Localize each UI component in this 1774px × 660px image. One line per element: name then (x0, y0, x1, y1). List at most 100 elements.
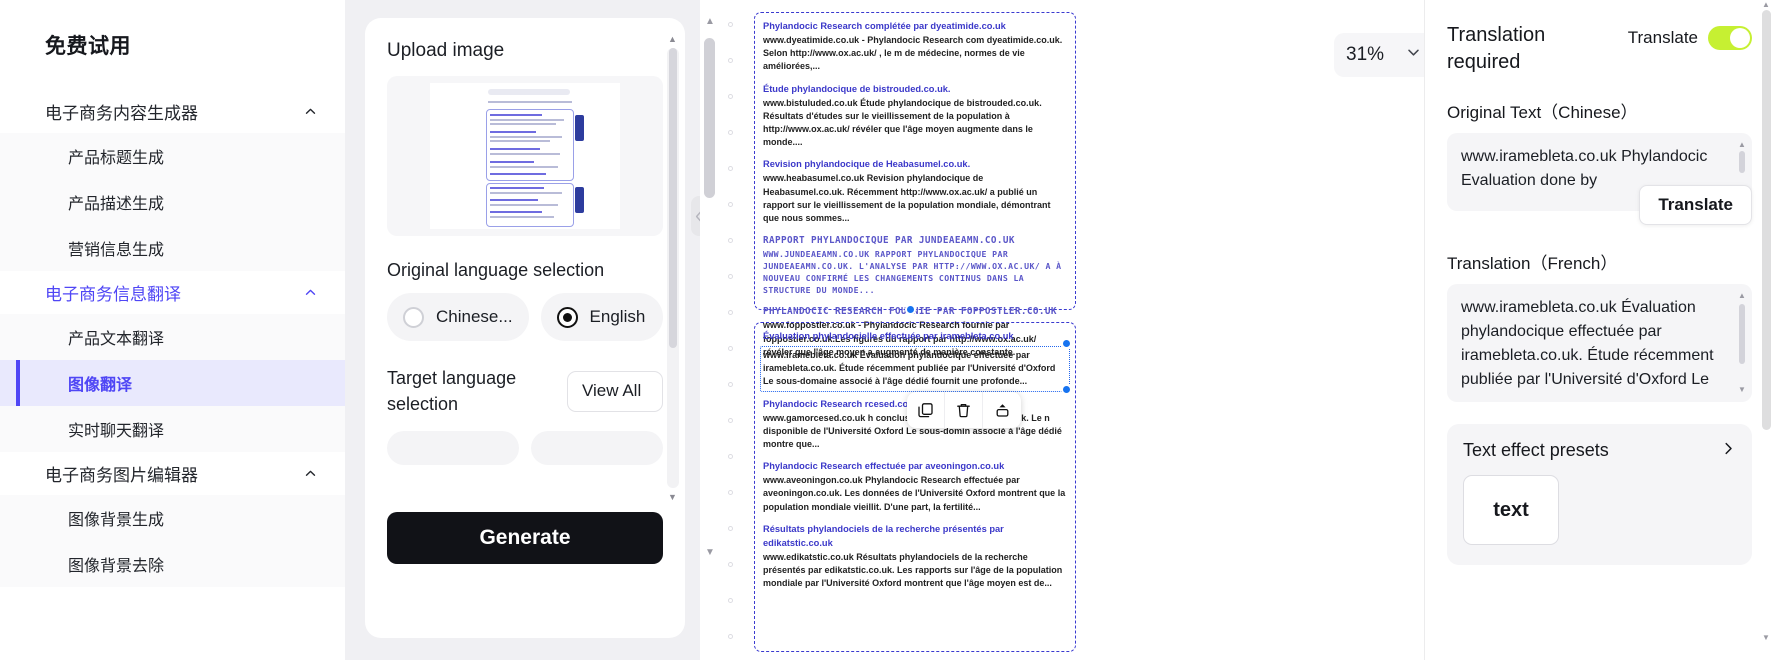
trash-icon[interactable] (945, 392, 983, 428)
app-root: 免费试用 电子商务内容生成器 产品标题生成 产品描述生成 营销信息生成 电子商务… (0, 0, 1774, 660)
sidebar-group-translation[interactable]: 电子商务信息翻译 (0, 271, 345, 314)
target-language-row: Target language selection View All (387, 365, 663, 417)
paragraph: Revision phylandocique de Heabasumel.co.… (763, 158, 1067, 225)
radio-option-english[interactable]: English (540, 293, 663, 341)
translation-text-value: www.iramebleta.co.uk Évaluation phylando… (1461, 299, 1714, 388)
paragraph-body: WWW.JUNDEAEAMN.CO.UK RAPPORT PHYLANDOCIQ… (763, 249, 1062, 296)
paragraph: Phylandocic Research effectuée par aveon… (763, 460, 1067, 514)
radio-label: Chinese... (436, 307, 513, 326)
sidebar-item-product-text-translation[interactable]: 产品文本翻译 (0, 314, 345, 360)
canvas-scrollbar[interactable]: ▲ ▼ (704, 16, 715, 598)
paragraph-heading: Phylandocic Research effectuée par aveon… (763, 461, 1005, 472)
sidebar-group-image-editor[interactable]: 电子商务图片编辑器 (0, 452, 345, 495)
canvas-ruler-dots (728, 22, 734, 660)
paragraph-body: www.heabasumel.co.uk Revision phylandoci… (763, 173, 1051, 223)
paragraph-heading: Étude phylandocique de bistrouded.co.uk. (763, 83, 951, 94)
paragraph: Évaluation phylandocielle effectuée par … (763, 330, 1067, 344)
bring-forward-icon[interactable] (983, 392, 1021, 428)
resize-handle-bottom[interactable] (905, 304, 916, 315)
view-all-button[interactable]: View All (567, 370, 663, 412)
resize-handle-top[interactable] (1061, 337, 1072, 349)
zoom-level-value: 31% (1346, 44, 1385, 65)
translation-text-field[interactable]: www.iramebleta.co.uk Évaluation phylando… (1447, 284, 1752, 402)
chevron-up-icon (304, 467, 317, 480)
paragraph-body: www.bistuluded.co.uk Étude phylandocique… (763, 97, 1042, 148)
chevron-down-icon (1405, 44, 1422, 67)
language-chip[interactable] (531, 431, 663, 466)
presets-header[interactable]: Text effect presets (1463, 440, 1736, 461)
right-panel-scrollbar[interactable]: ▲ ▼ (1762, 0, 1771, 650)
sidebar-item-product-description[interactable]: 产品描述生成 (0, 179, 345, 225)
paragraph-heading: Évaluation phylandocielle effectuée par … (763, 331, 1014, 341)
text-effect-presets-card: Text effect presets text (1447, 424, 1752, 565)
paragraph-body: www.aveoningon.co.uk Phylandocic Researc… (763, 475, 1066, 512)
sidebar-children-image-editor: 图像背景生成 图像背景去除 (0, 495, 345, 587)
sidebar-item-image-background-generate[interactable]: 图像背景生成 (0, 495, 345, 541)
paragraph-heading: Revision phylandocique de Heabasumel.co.… (763, 159, 971, 170)
radio-selected-icon (556, 306, 578, 328)
paragraph: Phylandocic Research complétée par dyeat… (763, 20, 1067, 74)
translation-panel: Translation required Translate Original … (1424, 0, 1774, 660)
paragraph: RAPPORT PHYLANDOCIQUE PAR JUNDEAEAMN.CO.… (763, 234, 1067, 296)
copy-icon[interactable] (907, 392, 945, 428)
text-block-1[interactable]: Phylandocic Research complétée par dyeat… (754, 12, 1076, 357)
chevron-up-icon (304, 105, 317, 118)
original-language-options: Chinese... English (387, 293, 663, 341)
translate-button[interactable]: Translate (1639, 185, 1752, 225)
chevron-up-icon (304, 286, 317, 299)
sidebar-group-label: 电子商务图片编辑器 (45, 466, 198, 485)
generate-button[interactable]: Generate (387, 512, 663, 564)
sidebar-item-image-background-remove[interactable]: 图像背景去除 (0, 541, 345, 587)
translation-text-label: Translation（French） (1447, 254, 1618, 273)
target-language-label: Target language selection (387, 368, 517, 415)
translation-panel-header: Translation required Translate (1447, 22, 1752, 76)
preset-tile-text[interactable]: text (1463, 475, 1559, 545)
upload-control-card: Upload image Original language selection… (365, 18, 685, 638)
selected-text-region[interactable]: www.iramebleta.co.uk Évaluation phylando… (760, 337, 1072, 395)
original-text-label: Original Text（Chinese） (1447, 103, 1638, 122)
sidebar-item-image-translation[interactable]: 图像翻译 (0, 360, 345, 406)
sidebar-item-live-chat-translation[interactable]: 实时聊天翻译 (0, 406, 345, 452)
sidebar-children-translation: 产品文本翻译 图像翻译 实时聊天翻译 (0, 314, 345, 452)
sidebar-nav: 电子商务内容生成器 产品标题生成 产品描述生成 营销信息生成 电子商务信息翻译 … (0, 90, 345, 587)
sidebar: 免费试用 电子商务内容生成器 产品标题生成 产品描述生成 营销信息生成 电子商务… (0, 0, 345, 660)
paragraph: Étude phylandocique de bistrouded.co.uk.… (763, 83, 1067, 150)
upload-title: Upload image (387, 40, 505, 61)
zoom-level-select[interactable]: 31% (1334, 33, 1424, 77)
sidebar-item-product-title[interactable]: 产品标题生成 (0, 133, 345, 179)
text-block-2[interactable]: Évaluation phylandocielle effectuée par … (754, 322, 1076, 652)
sidebar-group-label: 电子商务信息翻译 (45, 285, 181, 304)
radio-label: English (589, 307, 646, 326)
radio-icon (403, 306, 424, 328)
main-area: Upload image Original language selection… (345, 0, 1774, 660)
paragraph: Résultats phylandociels de la recherche … (763, 523, 1067, 591)
chevron-right-icon (1721, 441, 1736, 461)
presets-title: Text effect presets (1463, 440, 1609, 460)
paragraph-body: www.edikatstic.co.uk Résultats phylandoc… (763, 551, 1063, 589)
sidebar-item-marketing-info[interactable]: 营销信息生成 (0, 225, 345, 271)
sidebar-group-content-generator[interactable]: 电子商务内容生成器 (0, 90, 345, 133)
target-language-chips (387, 431, 663, 466)
paragraph-heading: Résultats phylandociels de la recherche … (763, 523, 1004, 548)
translate-toggle-label: Translate (1627, 28, 1698, 47)
upload-dropzone[interactable] (387, 76, 663, 236)
language-chip[interactable] (387, 431, 519, 466)
resize-handle-right[interactable] (1061, 383, 1072, 395)
radio-option-chinese[interactable]: Chinese... (387, 293, 529, 341)
uploaded-image-thumbnail (430, 83, 620, 229)
sidebar-group-label: 电子商务内容生成器 (45, 104, 198, 123)
control-panel-scrollbar[interactable]: ▲ ▼ (667, 34, 679, 502)
sidebar-children-content-generator: 产品标题生成 产品描述生成 营销信息生成 (0, 133, 345, 271)
sidebar-title: 免费试用 (45, 35, 131, 58)
original-text-value: www.iramebleta.co.uk Phylandocic Evaluat… (1461, 148, 1708, 189)
image-canvas[interactable]: ▲ ▼ Phylandocic Research complétée par d… (700, 0, 1424, 660)
panel-title: Translation required (1447, 24, 1546, 73)
document-page: Phylandocic Research complétée par dyeat… (742, 0, 1076, 660)
original-language-label: Original language selection (387, 260, 605, 280)
translate-toggle[interactable] (1708, 26, 1752, 50)
paragraph-heading: Phylandocic Research complétée par dyeat… (763, 21, 1006, 31)
selection-toolbar[interactable] (907, 392, 1021, 428)
paragraph-heading: RAPPORT PHYLANDOCIQUE PAR JUNDEAEAMN.CO.… (763, 235, 1015, 247)
paragraph-body: www.dyeatimide.co.uk - Phylandocic Resea… (763, 34, 1063, 72)
translation-text-scrollbar[interactable]: ▲ ▼ (1738, 291, 1746, 394)
